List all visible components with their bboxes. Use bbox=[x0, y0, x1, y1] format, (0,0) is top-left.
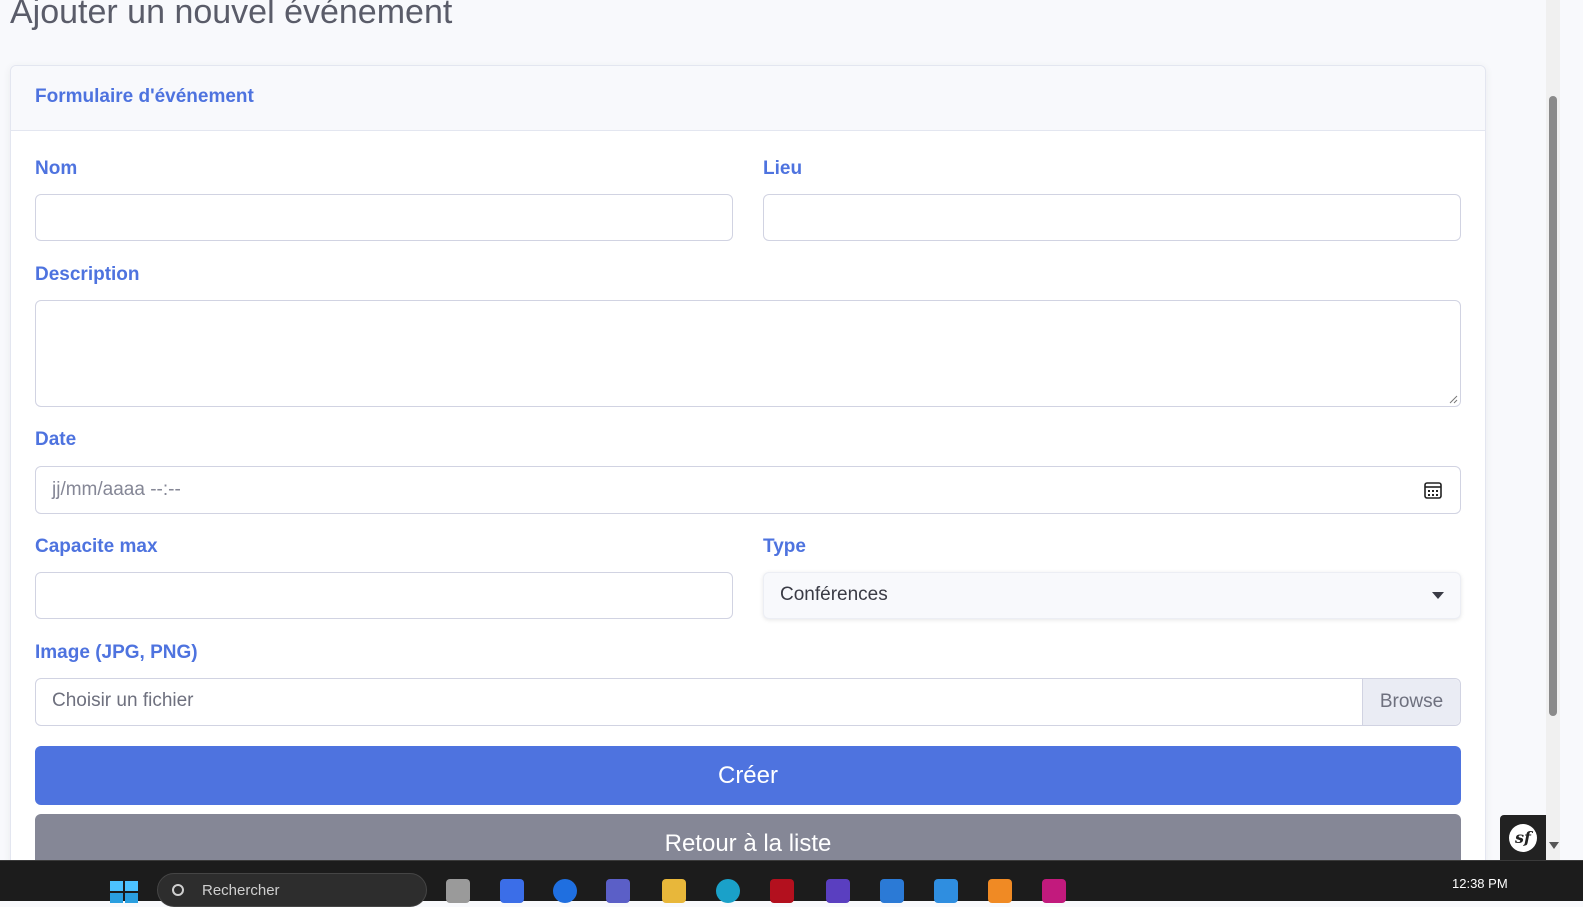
image-file-input[interactable]: Choisir un fichier Browse bbox=[35, 678, 1461, 726]
teams-app-icon[interactable] bbox=[606, 879, 630, 903]
card-title: Formulaire d'événement bbox=[35, 86, 254, 107]
taskbar-clock[interactable]: 12:38 PM bbox=[1452, 876, 1508, 891]
caret-down-icon bbox=[1432, 592, 1444, 599]
description-label: Description bbox=[35, 264, 140, 285]
copilot-app-icon[interactable] bbox=[500, 879, 524, 903]
scrollbar-thumb[interactable] bbox=[1549, 96, 1557, 716]
date-input[interactable]: jj/mm/aaaa --:-- bbox=[35, 466, 1461, 514]
image-label: Image (JPG, PNG) bbox=[35, 642, 198, 663]
date-placeholder: jj/mm/aaaa --:-- bbox=[52, 479, 181, 500]
scroll-down-arrow-icon[interactable] bbox=[1549, 842, 1559, 849]
symfony-logo-icon[interactable]: sf bbox=[1509, 823, 1537, 852]
vertical-scrollbar[interactable] bbox=[1546, 0, 1560, 860]
app-icon-purple[interactable] bbox=[826, 879, 850, 903]
type-label: Type bbox=[763, 536, 806, 557]
edge-browser-icon[interactable] bbox=[716, 879, 740, 903]
taskbar-search-text: Rechercher bbox=[202, 882, 280, 899]
description-textarea[interactable] bbox=[35, 300, 1461, 407]
date-label: Date bbox=[35, 429, 77, 450]
windows-taskbar: Rechercher 12:38 PM bbox=[0, 860, 1583, 907]
capacite-label: Capacite max bbox=[35, 536, 158, 557]
nom-input[interactable] bbox=[35, 194, 733, 241]
type-selected-value: Conférences bbox=[780, 584, 888, 605]
phpstorm-app-icon[interactable] bbox=[1042, 879, 1066, 903]
taskbar-search[interactable]: Rechercher bbox=[157, 873, 427, 907]
lieu-input[interactable] bbox=[763, 194, 1461, 241]
search-icon bbox=[172, 884, 184, 896]
calendar-icon[interactable] bbox=[1423, 480, 1443, 500]
lieu-label: Lieu bbox=[763, 158, 803, 179]
file-placeholder: Choisir un fichier bbox=[52, 690, 194, 711]
page-title: Ajouter un nouvel événement bbox=[10, 0, 453, 31]
app-icon-visual-studio[interactable] bbox=[880, 879, 904, 903]
capacite-input[interactable] bbox=[35, 572, 733, 619]
type-select[interactable]: Conférences bbox=[763, 572, 1461, 619]
file-explorer-app-icon[interactable] bbox=[446, 879, 470, 903]
nom-label: Nom bbox=[35, 158, 78, 179]
folder-app-icon[interactable] bbox=[662, 879, 686, 903]
xampp-app-icon[interactable] bbox=[988, 879, 1012, 903]
event-form-card: Formulaire d'événement Nom Lieu Descript… bbox=[10, 65, 1486, 873]
windows-start-icon[interactable] bbox=[110, 881, 138, 903]
vscode-app-icon[interactable] bbox=[934, 879, 958, 903]
symfony-debug-toolbar[interactable]: sf bbox=[1500, 815, 1546, 860]
browse-button[interactable]: Browse bbox=[1362, 679, 1460, 725]
app-icon-blue[interactable] bbox=[553, 879, 577, 903]
resize-grip-icon[interactable] bbox=[1448, 394, 1458, 404]
app-icon-red[interactable] bbox=[770, 879, 794, 903]
card-header: Formulaire d'événement bbox=[11, 66, 1485, 131]
create-button[interactable]: Créer bbox=[35, 746, 1461, 805]
